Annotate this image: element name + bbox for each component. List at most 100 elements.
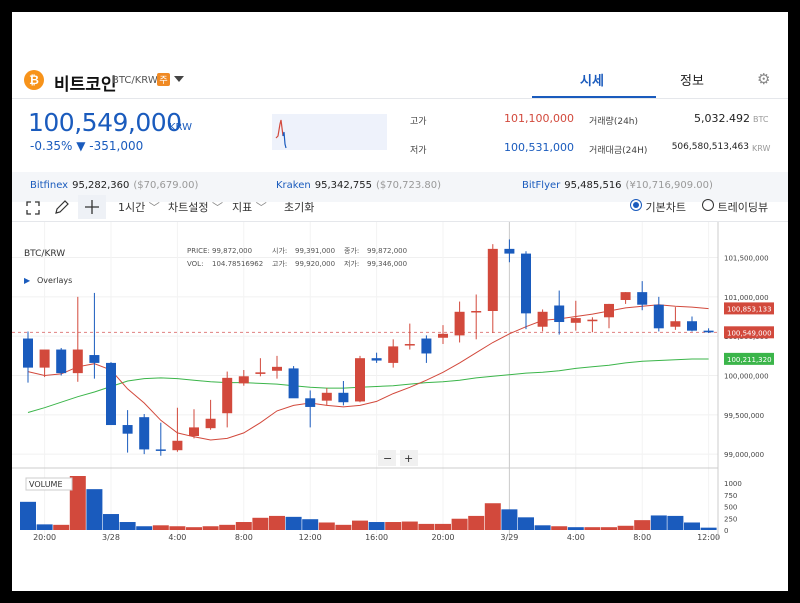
coin-name[interactable]: 비트코인 (54, 70, 117, 95)
volume-bar (352, 520, 368, 530)
volume-bar (86, 489, 103, 530)
candle (139, 414, 150, 455)
volume-bar (318, 522, 335, 530)
info-vol: 104.78516962 (212, 260, 263, 268)
tab-info[interactable]: 정보 (632, 70, 752, 96)
volume-bar (136, 526, 153, 530)
candle-body (371, 358, 382, 361)
candle-body (554, 305, 565, 323)
info-high: 99,920,000 (295, 260, 335, 268)
chart-symbol: BTC/KRW (24, 249, 65, 259)
chevron-down-icon[interactable] (174, 76, 184, 82)
time-label: 12:00 (697, 533, 720, 542)
candle-body (39, 349, 50, 368)
time-label: 20:00 (431, 533, 454, 542)
overlays-toggle-icon[interactable]: ▶ (24, 276, 31, 285)
price-unit: KRW (169, 122, 192, 133)
volume-24h-unit: BTC (753, 115, 769, 124)
price-tag-label: 100,853,133 (727, 305, 772, 313)
interval-dropdown[interactable]: 1시간 ﹀ (118, 199, 160, 215)
crosshair-tool-button[interactable] (78, 195, 106, 219)
volume-bar (368, 522, 385, 530)
fullscreen-icon[interactable] (26, 200, 40, 219)
price-tick-label: 101,000,000 (724, 294, 769, 302)
candle-body (321, 392, 332, 401)
candle-body (155, 449, 166, 451)
chart-settings-dropdown[interactable]: 차트설정 ﹀ (168, 199, 223, 215)
candle-body (172, 440, 183, 451)
info-low-label: 저가: (344, 259, 359, 268)
candle-body (56, 349, 67, 374)
candle (438, 325, 448, 345)
overlays-label[interactable]: Overlays (37, 276, 72, 285)
candle (504, 239, 515, 263)
sparkline-graph (275, 119, 287, 149)
candle-body (72, 349, 83, 374)
candle (653, 296, 664, 332)
candle (687, 316, 697, 332)
volume-bar (518, 517, 534, 530)
tradingview-radio[interactable]: 트레이딩뷰 (702, 199, 768, 215)
volume-bar (667, 515, 684, 530)
volume-tick-label: 1000 (724, 480, 742, 488)
candle (388, 339, 399, 368)
candle (72, 296, 83, 382)
radio-unselected-icon (702, 199, 714, 211)
candle (155, 422, 166, 456)
candle-body (637, 292, 648, 305)
volume-bar (684, 522, 700, 530)
candle-body (570, 318, 581, 323)
candle-body (255, 372, 266, 374)
volume-bar (169, 526, 186, 530)
volume-bar (202, 526, 219, 530)
exchange-bitfinex[interactable]: Bitfinex 95,282,360 ($70,679.00) (30, 180, 198, 191)
volume-bar (252, 517, 269, 530)
gear-icon[interactable]: ⚙ (757, 70, 770, 88)
volume-bar (567, 527, 584, 530)
candle (587, 317, 598, 333)
draw-pencil-icon[interactable] (54, 199, 70, 219)
volume-bar (152, 525, 169, 530)
exchange-bitflyer[interactable]: BitFlyer 95,485,516 (¥10,716,909.00) (522, 180, 713, 191)
volume-bar (235, 522, 252, 530)
time-label: 3/29 (500, 533, 518, 542)
volume-bar (302, 519, 319, 530)
volume-bar (385, 522, 402, 530)
time-label: 3/28 (102, 533, 120, 542)
candle (487, 244, 498, 334)
volume-bar (103, 514, 119, 530)
volume-bar (219, 524, 236, 530)
candle (620, 292, 631, 304)
volume-bar (335, 524, 352, 530)
app-window: ₿ 비트코인 BTC/KRW 주 시세 정보 ⚙ 100,549,000 KRW… (12, 12, 788, 591)
volume-tick-label: 250 (724, 515, 737, 523)
low-value: 100,531,000 (504, 141, 574, 154)
exchange-name: BitFlyer (522, 180, 561, 191)
candle (321, 388, 332, 406)
candle-body (189, 427, 199, 437)
candle (122, 410, 133, 453)
candle (238, 369, 249, 386)
price-tag-label: 100,211,320 (727, 356, 772, 364)
price-tick-label: 100,000,000 (724, 372, 769, 380)
bitcoin-logo-icon: ₿ (24, 70, 44, 90)
exchange-name: Bitfinex (30, 180, 69, 191)
fullscreen-icon-graphic (26, 201, 40, 215)
reset-button[interactable]: 초기화 (284, 199, 314, 215)
amount-24h-label: 거래대금(24H) (589, 146, 648, 156)
candle-body (653, 304, 664, 329)
zoom-controls: − + (378, 450, 418, 466)
price-change: -0.35% ▼ -351,000 (30, 139, 144, 153)
price-chart[interactable]: 101,500,000101,000,000100,500,000100,000… (12, 222, 788, 542)
volume-bar (451, 518, 468, 530)
candle-body (521, 253, 531, 314)
basic-chart-radio[interactable]: 기본차트 (630, 199, 686, 215)
candle (39, 349, 50, 378)
candle-body (205, 418, 216, 429)
time-label: 4:00 (567, 533, 585, 542)
crosshair-icon (85, 200, 99, 214)
chevron-down-icon: ﹀ (211, 201, 223, 214)
indicators-dropdown[interactable]: 지표 ﹀ (232, 199, 267, 215)
volume-bar (650, 515, 667, 530)
exchange-kraken[interactable]: Kraken 95,342,755 ($70,723.80) (276, 180, 441, 191)
